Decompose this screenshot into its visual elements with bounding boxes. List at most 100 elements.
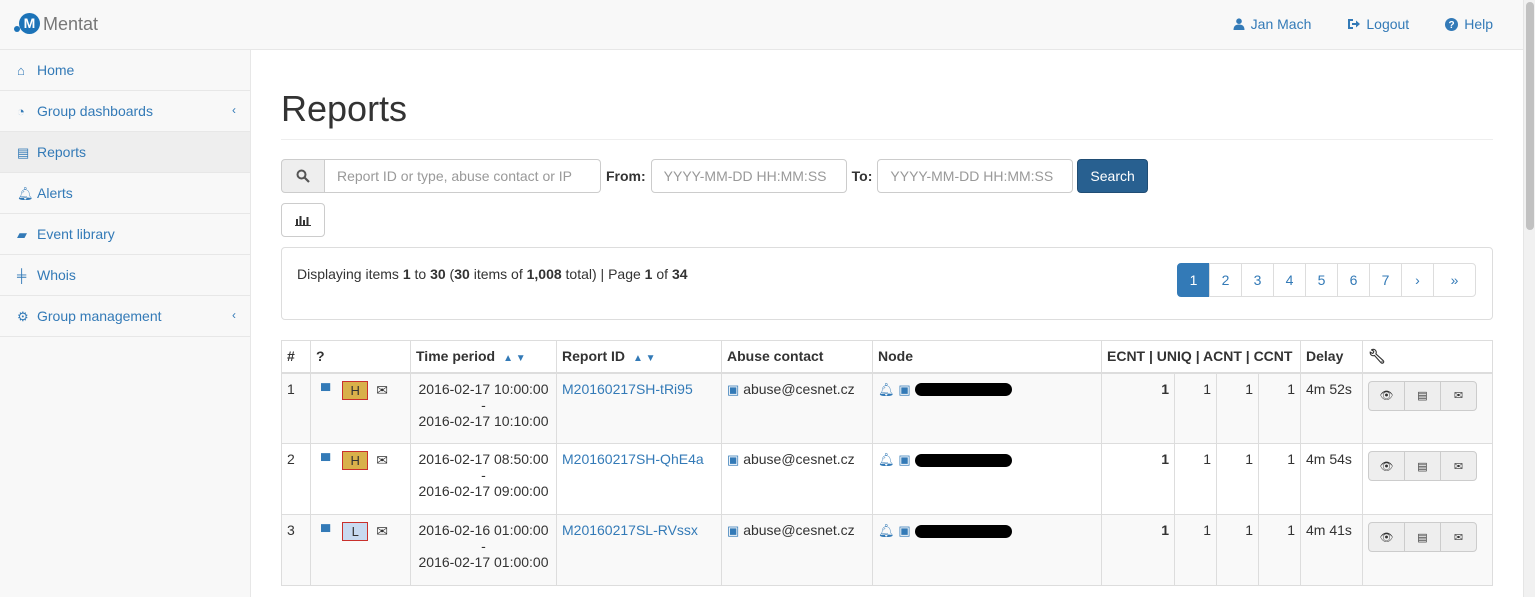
page-link-6[interactable]: 6	[1337, 263, 1370, 297]
table-row: 2 ▀ H ✉ 2016-02-17 08:50:00-2016-02-17 09:…	[281, 443, 1493, 515]
period-to: 2016-02-17 09:00:00	[418, 483, 549, 499]
from-label: From:	[606, 168, 646, 184]
page-link-1[interactable]: 1	[1177, 263, 1210, 297]
bell-icon: 🔔︎	[17, 185, 34, 201]
brand[interactable]: M Mentat	[14, 12, 98, 36]
sidebar-item-reports[interactable]: ▤ Reports	[0, 132, 250, 173]
sidebar-item-event-library[interactable]: ▰ Event library	[0, 214, 250, 255]
period-from: 2016-02-17 10:00:00	[418, 380, 549, 397]
search-button[interactable]: Search	[1077, 159, 1148, 193]
top-navbar: M Mentat Jan Mach Logout ? Help	[0, 0, 1523, 50]
chart-toggle-button[interactable]	[281, 203, 325, 237]
search-icon	[281, 159, 325, 193]
svg-text:?: ?	[1449, 20, 1455, 31]
envelope-icon: ✉	[1453, 460, 1464, 473]
view-button[interactable]: 👁︎	[1368, 522, 1405, 552]
acnt-value: 1	[1216, 372, 1259, 444]
page-link-4[interactable]: 4	[1273, 263, 1306, 297]
bell-icon: 🔔︎	[878, 452, 895, 467]
page-last-button[interactable]: »	[1433, 263, 1476, 297]
period-separator: -	[481, 467, 486, 483]
report-id-link[interactable]: M20160217SH-tRi95	[562, 381, 693, 397]
page-link-3[interactable]: 3	[1241, 263, 1274, 297]
email-button[interactable]: ✉	[1440, 380, 1477, 411]
page-link-2[interactable]: 2	[1209, 263, 1242, 297]
col-header-report-id[interactable]: Report ID ▲ ▼	[556, 340, 722, 374]
search-input[interactable]	[325, 159, 601, 193]
report-id-link[interactable]: M20160217SL-RVssx	[562, 522, 698, 538]
save-button[interactable]: ▤	[1404, 380, 1441, 411]
sort-icon[interactable]: ▲ ▼	[503, 353, 526, 364]
sidebar-item-home[interactable]: ⌂ Home	[0, 50, 250, 91]
col-header-node: Node	[872, 340, 1102, 374]
delay-value: 4m 41s	[1300, 514, 1363, 586]
redacted-node	[914, 383, 1012, 397]
help-link[interactable]: ? Help	[1445, 16, 1493, 32]
col-header-time-period[interactable]: Time period ▲ ▼	[410, 340, 557, 374]
user-icon	[1233, 18, 1245, 30]
table-row: 3 ▀ L ✉ 2016-02-16 01:00:00-2016-02-17 01:…	[281, 514, 1493, 586]
logout-link[interactable]: Logout	[1347, 16, 1409, 32]
report-id-link[interactable]: M20160217SH-QhE4a	[562, 451, 704, 467]
severity-badge: H	[342, 380, 369, 400]
period-to: 2016-02-17 01:00:00	[418, 554, 549, 570]
uniq-value: 1	[1174, 443, 1217, 515]
redacted-node	[914, 524, 1012, 538]
id-card-icon: ▣	[898, 381, 911, 397]
save-button[interactable]: ▤	[1404, 522, 1441, 552]
sidebar-item-label: Reports	[37, 144, 87, 160]
logout-label: Logout	[1366, 16, 1410, 32]
from-date-input[interactable]	[650, 159, 847, 193]
period-separator: -	[481, 538, 486, 554]
floppy-icon: ▤	[1417, 390, 1428, 402]
page-scrollbar[interactable]	[1523, 0, 1535, 597]
user-name: Jan Mach	[1250, 16, 1312, 32]
ecnt-value: 1	[1161, 380, 1169, 397]
ecnt-value: 1	[1161, 451, 1169, 467]
col-header-actions: 🔧︎	[1362, 340, 1493, 374]
sort-icon[interactable]: ▲ ▼	[633, 353, 656, 364]
sidebar-item-group-management[interactable]: ⚙ Group management ‹	[0, 296, 250, 337]
sidebar-item-label: Event library	[37, 226, 115, 242]
envelope-icon: ✉	[376, 381, 388, 398]
page-next-button[interactable]: ›	[1401, 263, 1434, 297]
uniq-value: 1	[1174, 514, 1217, 586]
row-number: 1	[281, 372, 311, 444]
sidebar-item-whois[interactable]: ╪ Whois	[0, 255, 250, 296]
eye-icon: 👁︎	[1379, 390, 1394, 402]
signpost-icon: ╪	[17, 267, 27, 283]
row-number: 2	[281, 443, 311, 515]
sidebar-item-label: Alerts	[37, 185, 73, 201]
envelope-icon: ✉	[1453, 531, 1464, 544]
home-icon: ⌂	[17, 62, 25, 78]
save-button[interactable]: ▤	[1404, 451, 1441, 481]
view-button[interactable]: 👁︎	[1368, 451, 1405, 481]
brand-name: Mentat	[43, 13, 99, 34]
delay-value: 4m 52s	[1300, 372, 1363, 444]
sidebar-item-alerts[interactable]: 🔔︎ Alerts	[0, 173, 250, 214]
col-header-delay: Delay	[1300, 340, 1363, 374]
chevron-left-icon: ‹	[232, 103, 236, 117]
sidebar: ⌂ Home ◔ Group dashboards ‹ ▤ Reports 🔔︎…	[0, 50, 251, 597]
delay-value: 4m 54s	[1300, 443, 1363, 515]
scrollbar-thumb[interactable]	[1526, 2, 1534, 230]
results-summary: Displaying items 1 to 30 (30 items of 1,…	[297, 266, 688, 282]
view-button[interactable]: 👁︎	[1368, 380, 1405, 411]
email-button[interactable]: ✉	[1440, 451, 1477, 481]
sidebar-item-group-dashboards[interactable]: ◔ Group dashboards ‹	[0, 91, 250, 132]
archive-icon: ▀	[321, 524, 331, 539]
uniq-value: 1	[1174, 372, 1217, 444]
email-button[interactable]: ✉	[1440, 522, 1477, 552]
period-from: 2016-02-17 08:50:00	[418, 451, 549, 467]
page-link-5[interactable]: 5	[1305, 263, 1338, 297]
user-menu-link[interactable]: Jan Mach	[1233, 16, 1312, 32]
envelope-icon: ✉	[1453, 390, 1464, 402]
table-row: 1 ▀ H ✉ 2016-02-17 10:00:00-2016-02-17 10:…	[281, 372, 1493, 444]
page-link-7[interactable]: 7	[1369, 263, 1402, 297]
logout-icon	[1348, 19, 1361, 29]
archive-icon: ▀	[321, 453, 331, 468]
to-date-input[interactable]	[877, 159, 1074, 193]
envelope-icon: ✉	[376, 452, 388, 468]
floppy-icon: ▤	[1417, 531, 1428, 544]
acnt-value: 1	[1216, 443, 1259, 515]
